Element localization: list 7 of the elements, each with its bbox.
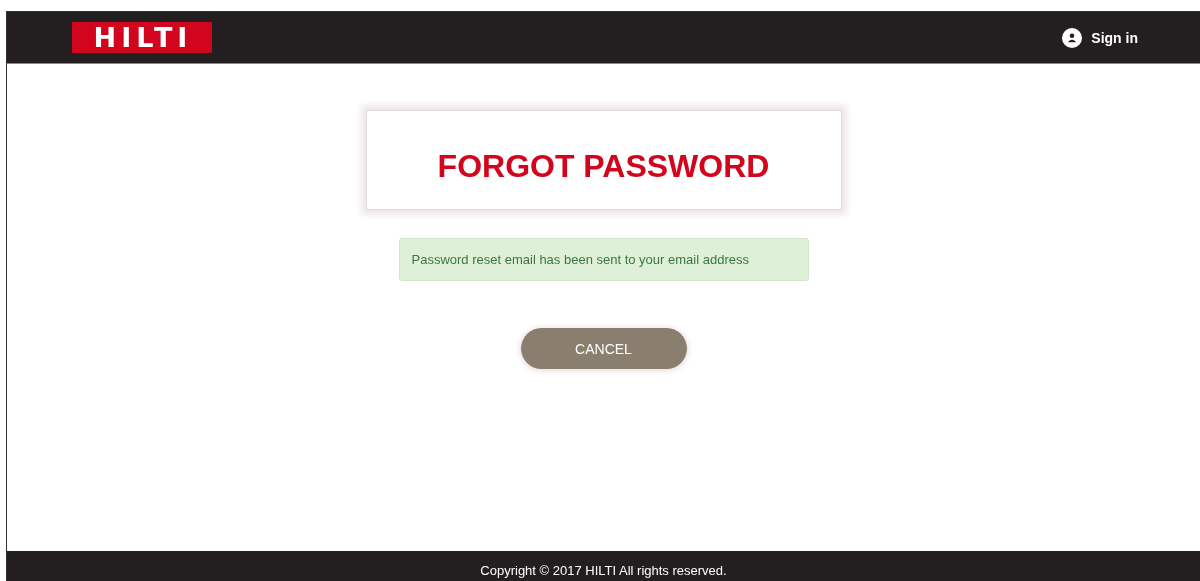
alert-message: Password reset email has been sent to your email address (411, 252, 749, 267)
user-icon (1062, 27, 1083, 48)
sign-in-link[interactable]: Sign in (1062, 27, 1138, 48)
cancel-button[interactable]: CANCEL (520, 328, 687, 369)
page-title: FORGOT PASSWORD (437, 146, 770, 185)
logo[interactable]: HILTI (72, 22, 212, 53)
copyright-text: Copyright © 2017 HILTI All rights reserved. (480, 563, 727, 578)
